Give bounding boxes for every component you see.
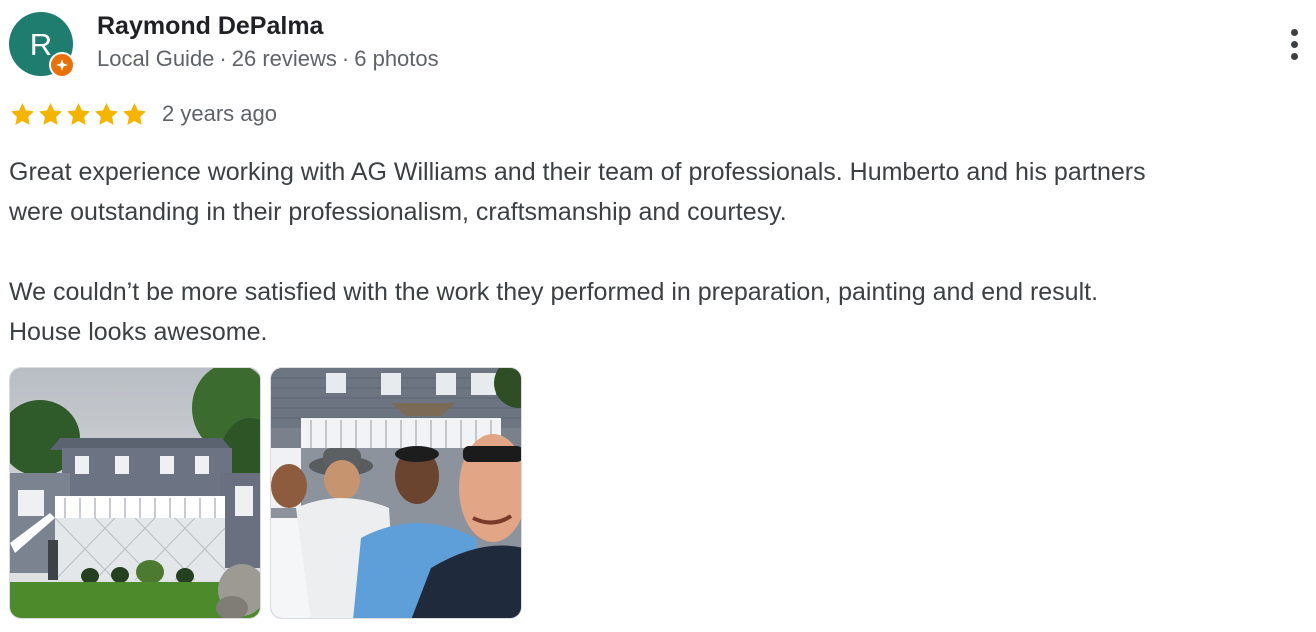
review-date: 2 years ago: [162, 101, 277, 126]
more-vert-icon-dot: [1290, 40, 1298, 48]
reviewer-review-count: 26 reviews: [231, 46, 337, 71]
paragraph-break: [9, 232, 1309, 272]
star-rating: [9, 101, 148, 128]
review-text-line: were outstanding in their professionalis…: [9, 198, 787, 226]
star-icon: [37, 101, 64, 128]
more-options-button[interactable]: [1280, 22, 1308, 66]
star-icon: [121, 101, 148, 128]
reviewer-meta: Local Guide · 26 reviews · 6 photos: [97, 46, 439, 72]
more-vert-icon-dot: [1290, 52, 1298, 60]
house-exterior-photo[interactable]: [9, 367, 261, 619]
rating-row: 2 years ago: [9, 97, 277, 131]
more-vert-icon: [1290, 28, 1298, 36]
review-card: R Raymond DePalma Local Guide · 26 reviews…: [0, 0, 1316, 632]
local-guide-star-icon: [49, 52, 75, 78]
star-icon: [9, 101, 36, 128]
star-icon: [93, 101, 120, 128]
avatar[interactable]: R: [9, 12, 75, 78]
reviewer-name[interactable]: Raymond DePalma: [97, 12, 323, 41]
star-icon: [65, 101, 92, 128]
review-text-line: We couldn’t be more satisfied with the w…: [9, 278, 1099, 306]
review-text-line: House looks awesome.: [9, 318, 268, 346]
reviewer-level: Local Guide: [97, 46, 215, 71]
meta-separator: ·: [341, 46, 350, 71]
reviewer-photo-count: 6 photos: [354, 46, 439, 71]
review-photos: [9, 367, 522, 619]
group-selfie-photo[interactable]: [270, 367, 522, 619]
review-text: Great experience working with AG William…: [9, 152, 1309, 352]
review-text-line: Great experience working with AG William…: [9, 158, 1146, 186]
meta-separator: ·: [219, 46, 227, 71]
